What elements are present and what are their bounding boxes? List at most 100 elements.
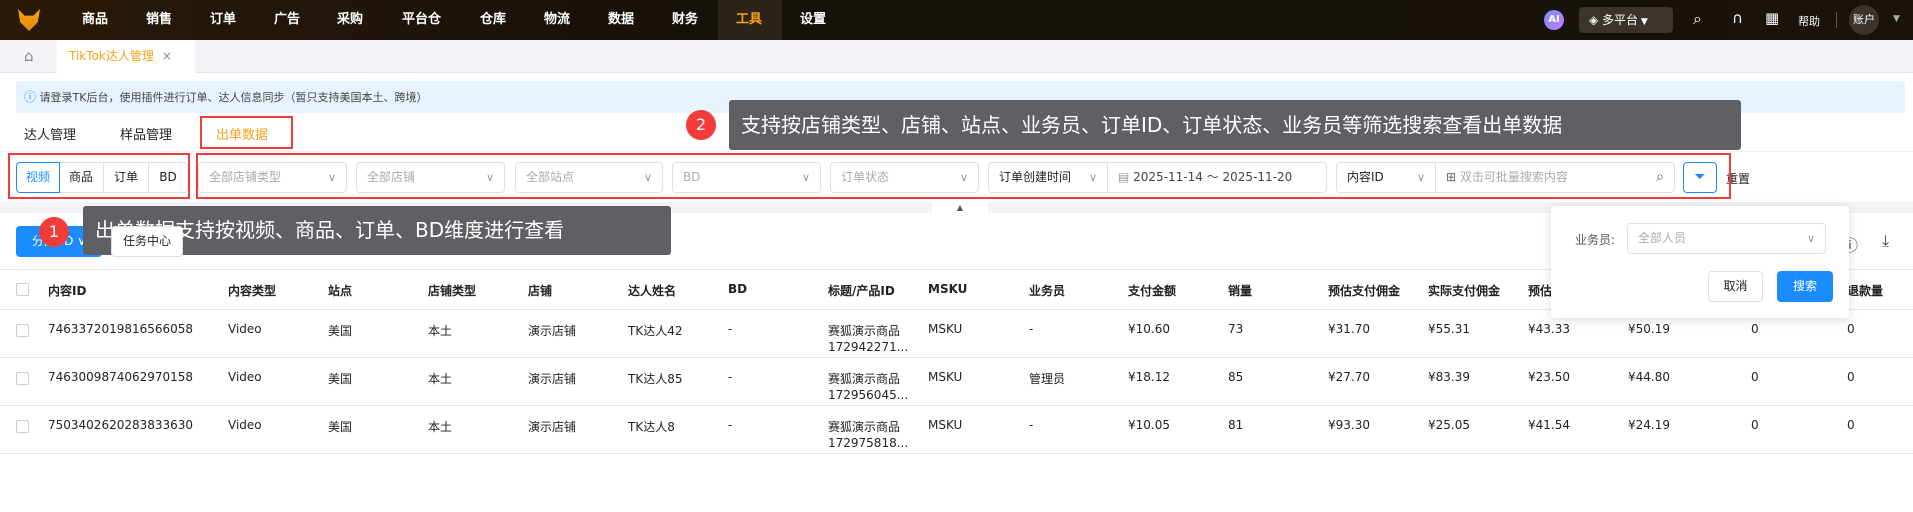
table-cell: TK达人42: [628, 324, 683, 338]
headset-icon[interactable]: ∩: [1732, 9, 1743, 27]
table-cell: ¥93.30: [1328, 418, 1370, 432]
caret-down-icon: ▼: [1638, 17, 1648, 27]
divider: [0, 151, 1913, 152]
table-cell: TK达人85: [628, 372, 683, 386]
column-header: MSKU: [928, 282, 968, 296]
column-header: 预估支付佣金: [1328, 284, 1401, 298]
cancel-button[interactable]: 取消: [1708, 271, 1763, 302]
download-icon[interactable]: ⤓: [1882, 231, 1889, 251]
nav-item[interactable]: 广告: [274, 0, 300, 40]
divider: [0, 405, 1913, 406]
nav-item[interactable]: 仓库: [480, 0, 506, 40]
tab-bar: ⌂ TikTok达人管理 ×: [0, 40, 1913, 73]
table-cell: ¥10.05: [1128, 418, 1170, 432]
table-cell: 演示店铺: [528, 420, 577, 434]
table-cell: 管理员: [1029, 372, 1066, 386]
platform-icon: ◈: [1589, 13, 1603, 27]
table-cell: 0: [1847, 370, 1855, 384]
tab-tiktok[interactable]: TikTok达人管理 ×: [57, 40, 195, 73]
close-icon[interactable]: ×: [162, 49, 172, 63]
row-checkbox[interactable]: [16, 324, 29, 337]
top-nav: 商品 销售 订单 广告 采购 平台仓 仓库 物流 数据 财务 工具 设置 AI ◈ 多平台 ▼ ⌕ ∩…: [0, 0, 1913, 40]
table-cell: -: [728, 370, 733, 384]
subtab-influencers[interactable]: 达人管理: [24, 124, 76, 143]
table-cell: MSKU: [928, 322, 963, 336]
table-cell: ¥27.70: [1328, 370, 1370, 384]
nav-item[interactable]: 商品: [82, 0, 108, 40]
row-checkbox[interactable]: [16, 372, 29, 385]
row-checkbox[interactable]: [16, 420, 29, 433]
table-cell: 172942271...: [828, 340, 909, 354]
search-button[interactable]: 搜索: [1777, 271, 1833, 302]
table-cell: -: [1029, 322, 1034, 336]
nav-item[interactable]: 数据: [608, 0, 634, 40]
home-icon[interactable]: ⌂: [24, 47, 34, 65]
column-header: 支付金额: [1128, 284, 1177, 298]
filter-popup: 业务员: 全部人员 ∨ 取消 搜索: [1551, 206, 1849, 318]
table-cell: ¥50.19: [1628, 322, 1670, 336]
nav-item[interactable]: 物流: [544, 0, 570, 40]
column-header: 达人姓名: [628, 284, 677, 298]
help-link[interactable]: 帮助: [1798, 13, 1820, 29]
table-cell[interactable]: 7463009874062970158: [48, 370, 193, 384]
table-cell: MSKU: [928, 418, 963, 432]
annotation-badge-2: 2: [686, 110, 716, 140]
divider: [0, 357, 1913, 358]
subtab-samples[interactable]: 样品管理: [120, 124, 172, 143]
collapse-toggle[interactable]: ▲: [932, 202, 988, 213]
table-cell: 0: [1751, 370, 1759, 384]
table-cell: 本土: [428, 324, 453, 338]
caret-down-icon[interactable]: ▼: [1893, 14, 1900, 24]
nav-item[interactable]: 平台仓: [402, 0, 441, 40]
nav-item[interactable]: 订单: [210, 0, 236, 40]
salesperson-select[interactable]: 全部人员 ∨: [1627, 223, 1826, 254]
table-cell: 81: [1228, 418, 1244, 432]
column-header: 退款量: [1847, 284, 1884, 298]
table-cell: TK达人8: [628, 420, 675, 434]
caret-up-icon: ▲: [956, 203, 964, 212]
table-cell: 演示店铺: [528, 324, 577, 338]
table-cell: ¥10.60: [1128, 322, 1170, 336]
annotation-box: [200, 116, 293, 149]
column-header: 实际支付佣金: [1428, 284, 1501, 298]
column-header: 标题/产品ID: [828, 284, 895, 298]
divider: [0, 453, 1913, 454]
annotation-box: [8, 153, 190, 199]
table-cell[interactable]: 7503402620283833630: [48, 418, 193, 432]
table-cell: 172975818...: [828, 436, 909, 450]
table-cell: ¥25.05: [1428, 418, 1470, 432]
column-header: 业务员: [1029, 284, 1066, 298]
task-center-button[interactable]: 任务中心: [111, 226, 183, 257]
table-cell: 0: [1751, 418, 1759, 432]
annotation-tooltip-2: 支持按店铺类型、店铺、站点、业务员、订单ID、订单状态、业务员等筛选搜索查看出单…: [729, 100, 1741, 150]
divider: [1836, 12, 1837, 28]
nav-item[interactable]: 工具: [718, 0, 782, 40]
annotation-box: [196, 153, 1731, 199]
table-cell: 赛狐演示商品: [828, 324, 901, 338]
annotation-badge-1: 1: [39, 217, 69, 247]
logo-icon[interactable]: [18, 9, 40, 31]
platform-switch[interactable]: ◈ 多平台 ▼: [1579, 7, 1673, 33]
nav-item[interactable]: 采购: [337, 0, 363, 40]
nav-item[interactable]: 设置: [800, 0, 826, 40]
nav-item[interactable]: 财务: [672, 0, 698, 40]
column-header: 站点: [328, 284, 353, 298]
ai-icon[interactable]: AI: [1544, 10, 1564, 30]
column-header: 店铺类型: [428, 284, 477, 298]
search-icon[interactable]: ⌕: [1693, 9, 1702, 29]
table-cell: ¥43.33: [1528, 322, 1570, 336]
avatar[interactable]: 账户: [1849, 5, 1879, 35]
info-text: 请登录TK后台，使用插件进行订单、达人信息同步（暂只支持美国本土、跨境）: [39, 91, 428, 104]
salesperson-label: 业务员:: [1575, 233, 1616, 247]
table-cell: ¥23.50: [1528, 370, 1570, 384]
table-cell[interactable]: 7463372019816566058: [48, 322, 193, 336]
table-cell: ¥55.31: [1428, 322, 1470, 336]
nav-item[interactable]: 销售: [146, 0, 172, 40]
column-header: 预估: [1528, 284, 1553, 298]
column-header: BD: [728, 282, 748, 296]
apps-icon[interactable]: ▦: [1765, 9, 1779, 27]
table-cell: 0: [1847, 322, 1855, 336]
table-cell: 赛狐演示商品: [828, 420, 901, 434]
select-all-checkbox[interactable]: [16, 283, 29, 296]
platform-label: 多平台: [1602, 13, 1639, 27]
